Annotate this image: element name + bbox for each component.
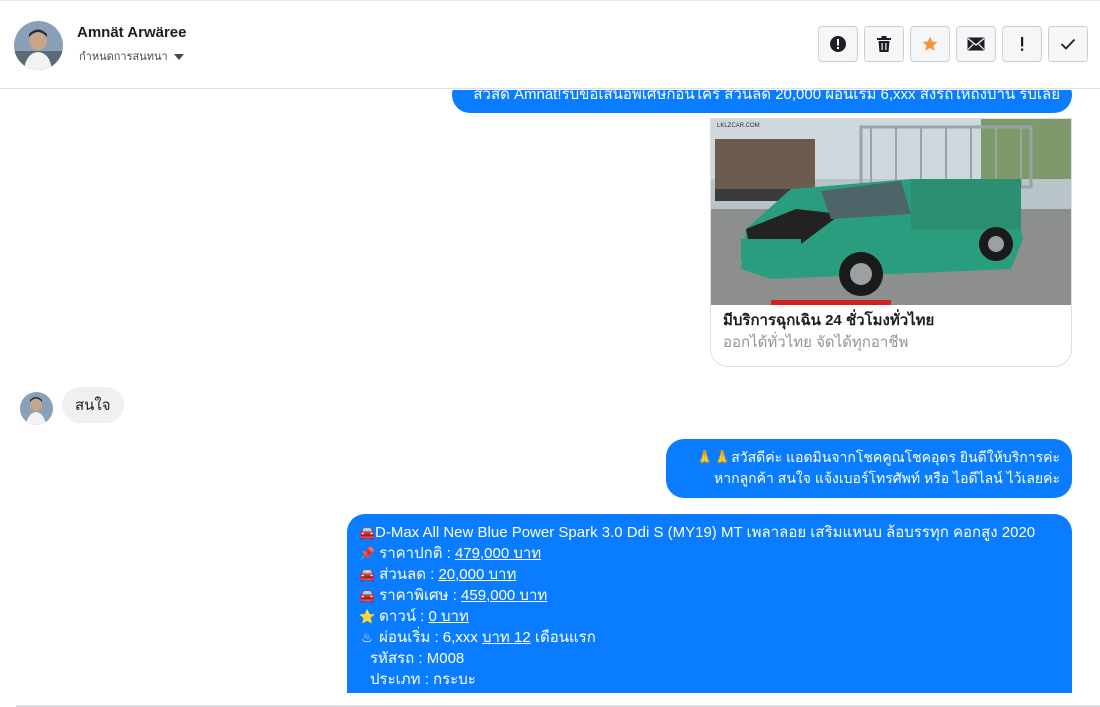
sender-avatar[interactable] — [20, 392, 53, 425]
delete-button[interactable] — [864, 26, 904, 62]
installment-label: ผ่อนเริ่ม : 6,xxx — [379, 629, 482, 646]
car-icon: 🚘 — [359, 525, 376, 540]
assign-label: กำหนดการสนทนา — [79, 51, 168, 63]
down-payment-link[interactable]: 0 บาท — [429, 608, 469, 625]
message-line: 🙏🙏สวัสดีค่ะ แอดมินจากโชคคูณโชคอุดร ยินดี… — [696, 449, 1060, 465]
installment-suffix: เดือนแรก — [530, 629, 596, 646]
check-icon — [1060, 38, 1076, 50]
mark-done-button[interactable] — [1048, 26, 1088, 62]
report-button[interactable] — [818, 26, 858, 62]
offer-title: D-Max All New Blue Power Spark 3.0 Ddi S… — [375, 524, 1036, 541]
conversation-header: Amnät Arwäree กำหนดการสนทนา — [0, 0, 1100, 89]
special-price-line: 🚘 ราคาพิเศษ : 459,000 บาท — [359, 585, 1060, 606]
alert-icon — [830, 36, 846, 52]
price-line: 📌 ราคาปกติ : 479,000 บาท — [359, 543, 1060, 564]
message-line: หากลูกค้า สนใจ แจ้งเบอร์โทรศัพท์ หรือ ไอ… — [714, 470, 1060, 486]
trash-icon — [877, 36, 891, 52]
action-toolbar — [818, 26, 1088, 62]
price-link[interactable]: 479,000 บาท — [455, 545, 541, 562]
exclamation-icon — [1021, 37, 1024, 51]
promo-card[interactable]: LKLZCAR.COM มีบริการฉุกเฉิน 24 ชั่วโมงทั… — [710, 118, 1072, 367]
car-photo: LKLZCAR.COM — [711, 119, 1071, 305]
car-type-line: ประเภท : กระบะ — [370, 671, 476, 688]
envelope-icon — [967, 37, 985, 51]
price-label: ราคาปกติ : — [379, 545, 455, 562]
discount-line: 🚘 ส่วนลด : 20,000 บาท — [359, 564, 1060, 585]
card-subtitle: ออกได้ทั่วไทย จัดได้ทุกอาชีพ — [723, 334, 909, 351]
special-label: ราคาพิเศษ : — [379, 587, 462, 604]
car-icon: 🚘 — [359, 567, 376, 582]
assign-conversation-dropdown[interactable]: กำหนดการสนทนา — [79, 47, 184, 65]
discount-link[interactable]: 20,000 บาท — [438, 566, 516, 583]
mark-spam-button[interactable] — [1002, 26, 1042, 62]
watermark-text: LKLZCAR.COM — [717, 123, 760, 129]
star-button[interactable] — [910, 26, 950, 62]
discount-label: ส่วนลด : — [379, 566, 439, 583]
outgoing-message: 🙏🙏สวัสดีค่ะ แอดมินจากโชคคูณโชคอุดร ยินดี… — [666, 439, 1072, 498]
pin-icon: 📌 — [359, 546, 376, 561]
star-icon — [922, 36, 938, 51]
contact-avatar[interactable] — [14, 21, 63, 70]
message-thread[interactable]: สวัสดี Amnät!รับข้อเสนอพิเศษก่อนใคร ส่วน… — [0, 90, 1100, 693]
contact-name[interactable]: Amnät Arwäree — [77, 24, 186, 41]
hot-icon: ♨ — [361, 630, 373, 645]
down-label: ดาวน์ : — [379, 608, 429, 625]
outgoing-offer-message: 🚘D-Max All New Blue Power Spark 3.0 Ddi … — [347, 514, 1072, 693]
incoming-message: สนใจ — [62, 387, 124, 423]
car-icon: 🚘 — [359, 588, 376, 603]
installment-line: ♨ ผ่อนเริ่ม : 6,xxx บาท 12 เดือนแรก — [359, 627, 1060, 648]
offer-title-line: 🚘D-Max All New Blue Power Spark 3.0 Ddi … — [359, 522, 1060, 543]
outgoing-message: สวัสดี Amnät!รับข้อเสนอพิเศษก่อนใคร ส่วน… — [452, 90, 1072, 113]
car-code-line: รหัสรถ : M008 — [370, 650, 465, 667]
down-payment-line: ⭐ ดาวน์ : 0 บาท — [359, 606, 1060, 627]
installment-link[interactable]: บาท 12 — [482, 629, 531, 646]
caret-down-icon — [173, 53, 184, 60]
card-title: มีบริการฉุกเฉิน 24 ชั่วโมงทั่วไทย — [723, 312, 935, 329]
mark-unread-button[interactable] — [956, 26, 996, 62]
special-price-link[interactable]: 459,000 บาท — [461, 587, 547, 604]
star-icon: ⭐ — [359, 609, 376, 624]
